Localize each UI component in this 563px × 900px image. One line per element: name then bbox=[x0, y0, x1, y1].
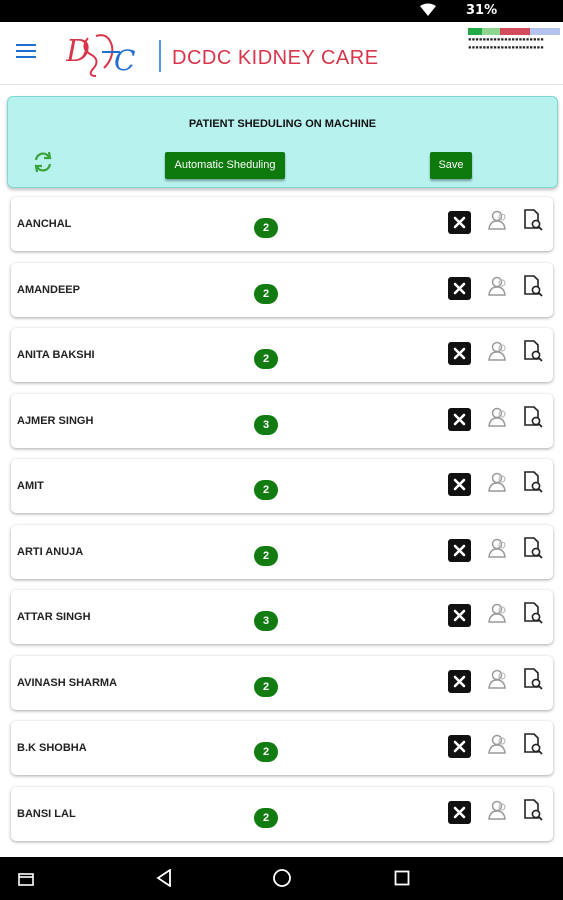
session-count-badge: 2 bbox=[254, 742, 278, 762]
patient-row[interactable]: AMANDEEP 2 bbox=[11, 263, 553, 317]
document-search-icon[interactable] bbox=[522, 405, 544, 434]
document-search-icon[interactable] bbox=[522, 732, 544, 761]
wifi-icon bbox=[420, 3, 436, 22]
patient-name: AVINASH SHARMA bbox=[17, 677, 118, 689]
hamburger-menu-icon[interactable] bbox=[16, 44, 36, 60]
document-search-icon[interactable] bbox=[522, 470, 544, 499]
patient-name: AMANDEEP bbox=[17, 284, 80, 296]
user-icon[interactable] bbox=[487, 537, 509, 564]
user-icon[interactable] bbox=[487, 340, 509, 367]
user-icon[interactable] bbox=[487, 406, 509, 433]
session-count-badge: 2 bbox=[254, 808, 278, 828]
session-count-badge: 2 bbox=[254, 218, 278, 238]
patient-row[interactable]: ARTI ANUJA 2 bbox=[11, 525, 553, 579]
patient-row[interactable]: AVINASH SHARMA 2 bbox=[11, 656, 553, 710]
close-icon[interactable] bbox=[448, 473, 471, 496]
close-icon[interactable] bbox=[448, 604, 471, 627]
close-icon[interactable] bbox=[448, 801, 471, 824]
patient-name: B.K SHOBHA bbox=[17, 742, 87, 754]
status-bar: 31% bbox=[0, 0, 563, 22]
close-icon[interactable] bbox=[448, 670, 471, 693]
close-icon[interactable] bbox=[448, 735, 471, 758]
session-count-badge: 2 bbox=[254, 546, 278, 566]
user-icon[interactable] bbox=[487, 209, 509, 236]
patient-name: ATTAR SINGH bbox=[17, 611, 91, 623]
document-search-icon[interactable] bbox=[522, 274, 544, 303]
back-icon[interactable] bbox=[156, 868, 172, 892]
patient-name: ANITA BAKSHI bbox=[17, 349, 95, 361]
session-count-badge: 3 bbox=[254, 611, 278, 631]
close-icon[interactable] bbox=[448, 539, 471, 562]
session-count-badge: 2 bbox=[254, 284, 278, 304]
session-count-badge: 2 bbox=[254, 480, 278, 500]
scheduling-panel: PATIENT SHEDULING ON MACHINE Automatic S… bbox=[7, 96, 558, 188]
app-header: D C DCDC KIDNEY CARE ▪▪▪▪▪▪▪▪▪▪▪▪▪▪▪▪▪▪▪… bbox=[0, 22, 563, 85]
battery-level: 31% bbox=[466, 3, 498, 18]
patient-name: ARTI ANUJA bbox=[17, 546, 84, 558]
session-count-badge: 3 bbox=[254, 415, 278, 435]
save-button[interactable]: Save bbox=[430, 152, 472, 179]
patient-name: AJMER SINGH bbox=[17, 415, 94, 427]
close-icon[interactable] bbox=[448, 211, 471, 234]
patient-name: AANCHAL bbox=[17, 218, 72, 230]
document-search-icon[interactable] bbox=[522, 798, 544, 827]
document-search-icon[interactable] bbox=[522, 536, 544, 565]
close-icon[interactable] bbox=[448, 342, 471, 365]
panel-title: PATIENT SHEDULING ON MACHINE bbox=[188, 118, 377, 130]
document-search-icon[interactable] bbox=[522, 667, 544, 696]
brand-logo: D C bbox=[65, 28, 166, 87]
patient-row[interactable]: AJMER SINGH 3 bbox=[11, 394, 553, 448]
svg-text:C: C bbox=[114, 44, 135, 77]
patient-row[interactable]: BANSI LAL 2 bbox=[11, 787, 553, 841]
user-icon[interactable] bbox=[487, 602, 509, 629]
document-search-icon[interactable] bbox=[522, 339, 544, 368]
system-nav-bar bbox=[0, 857, 563, 900]
recent-apps-icon[interactable] bbox=[18, 872, 34, 891]
document-search-icon[interactable] bbox=[522, 601, 544, 630]
user-icon[interactable] bbox=[487, 799, 509, 826]
user-icon[interactable] bbox=[487, 471, 509, 498]
home-icon[interactable] bbox=[272, 868, 292, 893]
patient-row[interactable]: AMIT 2 bbox=[11, 459, 553, 513]
close-icon[interactable] bbox=[448, 277, 471, 300]
overview-icon[interactable] bbox=[394, 870, 410, 891]
patient-row[interactable]: ATTAR SINGH 3 bbox=[11, 590, 553, 644]
patient-row[interactable]: ANITA BAKSHI 2 bbox=[11, 328, 553, 382]
user-icon[interactable] bbox=[487, 668, 509, 695]
user-icon[interactable] bbox=[487, 733, 509, 760]
refresh-icon[interactable] bbox=[32, 151, 54, 178]
patient-name: BANSI LAL bbox=[17, 808, 76, 820]
patient-row[interactable]: B.K SHOBHA 2 bbox=[11, 721, 553, 775]
session-count-badge: 2 bbox=[254, 349, 278, 369]
session-count-badge: 2 bbox=[254, 677, 278, 697]
close-icon[interactable] bbox=[448, 408, 471, 431]
patient-row[interactable]: AANCHAL 2 bbox=[11, 197, 553, 251]
header-info-strip: ▪▪▪▪▪▪▪▪▪▪▪▪▪▪▪▪▪▪▪▪▪ ▪▪▪▪▪▪▪▪▪▪▪▪▪▪▪▪▪▪… bbox=[468, 28, 562, 51]
user-icon[interactable] bbox=[487, 275, 509, 302]
automatic-scheduling-button[interactable]: Automatic Sheduling bbox=[165, 152, 285, 179]
document-search-icon[interactable] bbox=[522, 208, 544, 237]
brand-name: DCDC KIDNEY CARE bbox=[172, 47, 379, 69]
patient-name: AMIT bbox=[17, 480, 44, 492]
